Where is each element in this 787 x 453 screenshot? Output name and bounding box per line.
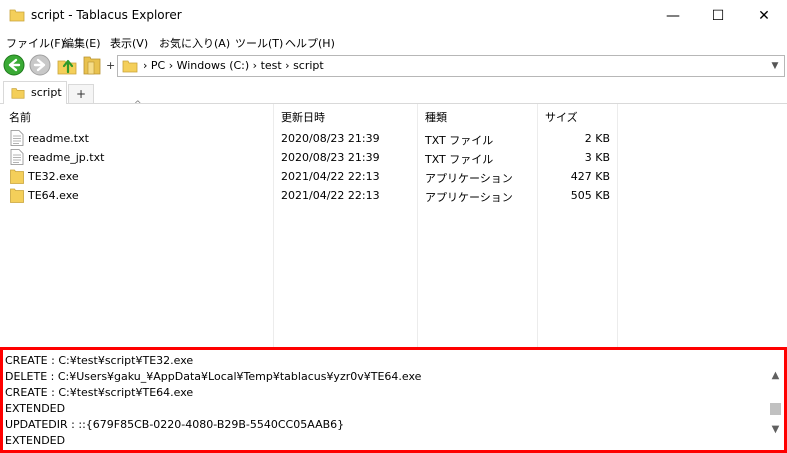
file-type: TXT ファイル xyxy=(425,153,494,166)
tab-label: script xyxy=(31,86,62,99)
tab-bar: script + xyxy=(0,80,787,104)
scroll-down-icon[interactable]: ▼ xyxy=(769,422,782,436)
log-line: CREATE : C:¥test¥script¥TE32.exe xyxy=(5,354,194,367)
log-line: EXTENDED xyxy=(5,434,66,447)
log-line: DELETE : C:¥Users¥gaku_¥AppData¥Local¥Te… xyxy=(5,370,422,383)
list-item[interactable]: TE32.exe 2021/04/22 22:13 アプリケーション 427 K… xyxy=(0,167,620,186)
maximize-icon: ☐ xyxy=(711,8,725,24)
log-scrollbar[interactable]: ▲ ▼ xyxy=(767,350,784,450)
list-item[interactable]: readme.txt 2020/08/23 21:39 TXT ファイル 2 K… xyxy=(0,129,620,148)
chevron-down-icon[interactable]: ▼ xyxy=(768,58,782,74)
title-bar: script - Tablacus Explorer — ☐ ✕ xyxy=(0,0,787,32)
file-modified: 2021/04/22 22:13 xyxy=(281,189,380,202)
file-name: readme_jp.txt xyxy=(28,151,105,164)
text-file-icon xyxy=(10,130,24,146)
file-type: TXT ファイル xyxy=(425,134,494,147)
menu-tools[interactable]: ツール(T) xyxy=(235,35,283,51)
scroll-up-icon[interactable]: ▲ xyxy=(769,368,782,382)
menu-file[interactable]: ファイル(F) xyxy=(6,35,65,51)
list-item[interactable]: readme_jp.txt 2020/08/23 21:39 TXT ファイル … xyxy=(0,148,620,167)
menu-view[interactable]: 表示(V) xyxy=(110,35,148,51)
file-modified: 2020/08/23 21:39 xyxy=(281,151,380,164)
list-header: ^ 名前 更新日時 種類 サイズ xyxy=(0,100,787,128)
folder-tree-icon[interactable] xyxy=(81,54,103,76)
log-line: CREATE : C:¥test¥script¥TE64.exe xyxy=(5,386,194,399)
add-tab-button[interactable]: + xyxy=(68,84,94,104)
minimize-button[interactable]: — xyxy=(650,0,696,32)
text-file-icon xyxy=(10,149,24,165)
maximize-button[interactable]: ☐ xyxy=(695,0,741,32)
exe-file-icon xyxy=(10,169,24,184)
folder-icon xyxy=(11,88,25,99)
file-type: アプリケーション xyxy=(425,172,513,185)
file-size: 2 KB xyxy=(584,132,610,145)
log-line: UPDATEDIR : ::{679F85CB-0220-4080-B29B-5… xyxy=(5,418,345,431)
file-size: 505 KB xyxy=(570,189,610,202)
menu-favorites[interactable]: お気に入り(A) xyxy=(159,35,230,51)
file-name: TE32.exe xyxy=(28,170,79,183)
column-header-size[interactable]: サイズ xyxy=(545,109,578,125)
file-modified: 2020/08/23 21:39 xyxy=(281,132,380,145)
minimize-icon: — xyxy=(666,8,680,24)
log-pane[interactable]: CREATE : C:¥test¥script¥TE32.exe DELETE … xyxy=(0,347,787,453)
forward-arrow-icon[interactable] xyxy=(29,54,51,76)
plus-button[interactable]: + xyxy=(106,59,115,72)
menu-bar: ファイル(F) 編集(E) 表示(V) お気に入り(A) ツール(T) ヘルプ(… xyxy=(0,32,787,52)
sort-ascending-icon: ^ xyxy=(134,100,142,110)
window-title: script - Tablacus Explorer xyxy=(31,8,182,22)
list-item[interactable]: TE64.exe 2021/04/22 22:13 アプリケーション 505 K… xyxy=(0,186,620,205)
column-header-modified[interactable]: 更新日時 xyxy=(281,109,325,125)
address-path[interactable]: › PC › Windows (C:) › test › script xyxy=(143,59,324,72)
folder-icon xyxy=(122,60,138,73)
close-icon: ✕ xyxy=(758,8,770,24)
tab-script[interactable]: script xyxy=(3,81,67,104)
exe-file-icon xyxy=(10,188,24,203)
column-header-name[interactable]: 名前 xyxy=(9,109,31,125)
file-list: ^ 名前 更新日時 種類 サイズ readme.txt 2020/08/23 2… xyxy=(0,100,787,347)
back-arrow-icon[interactable] xyxy=(3,54,25,76)
file-size: 427 KB xyxy=(570,170,610,183)
menu-help[interactable]: ヘルプ(H) xyxy=(285,35,335,51)
address-bar[interactable]: › PC › Windows (C:) › test › script ▼ xyxy=(117,55,785,77)
scroll-thumb[interactable] xyxy=(770,403,781,415)
up-folder-icon[interactable] xyxy=(56,54,78,76)
file-name: TE64.exe xyxy=(28,189,79,202)
file-name: readme.txt xyxy=(28,132,89,145)
file-type: アプリケーション xyxy=(425,191,513,204)
folder-icon xyxy=(9,9,25,22)
file-modified: 2021/04/22 22:13 xyxy=(281,170,380,183)
menu-edit[interactable]: 編集(E) xyxy=(63,35,101,51)
close-button[interactable]: ✕ xyxy=(741,0,787,32)
file-size: 3 KB xyxy=(584,151,610,164)
column-header-type[interactable]: 種類 xyxy=(425,109,447,125)
log-line: EXTENDED xyxy=(5,402,66,415)
